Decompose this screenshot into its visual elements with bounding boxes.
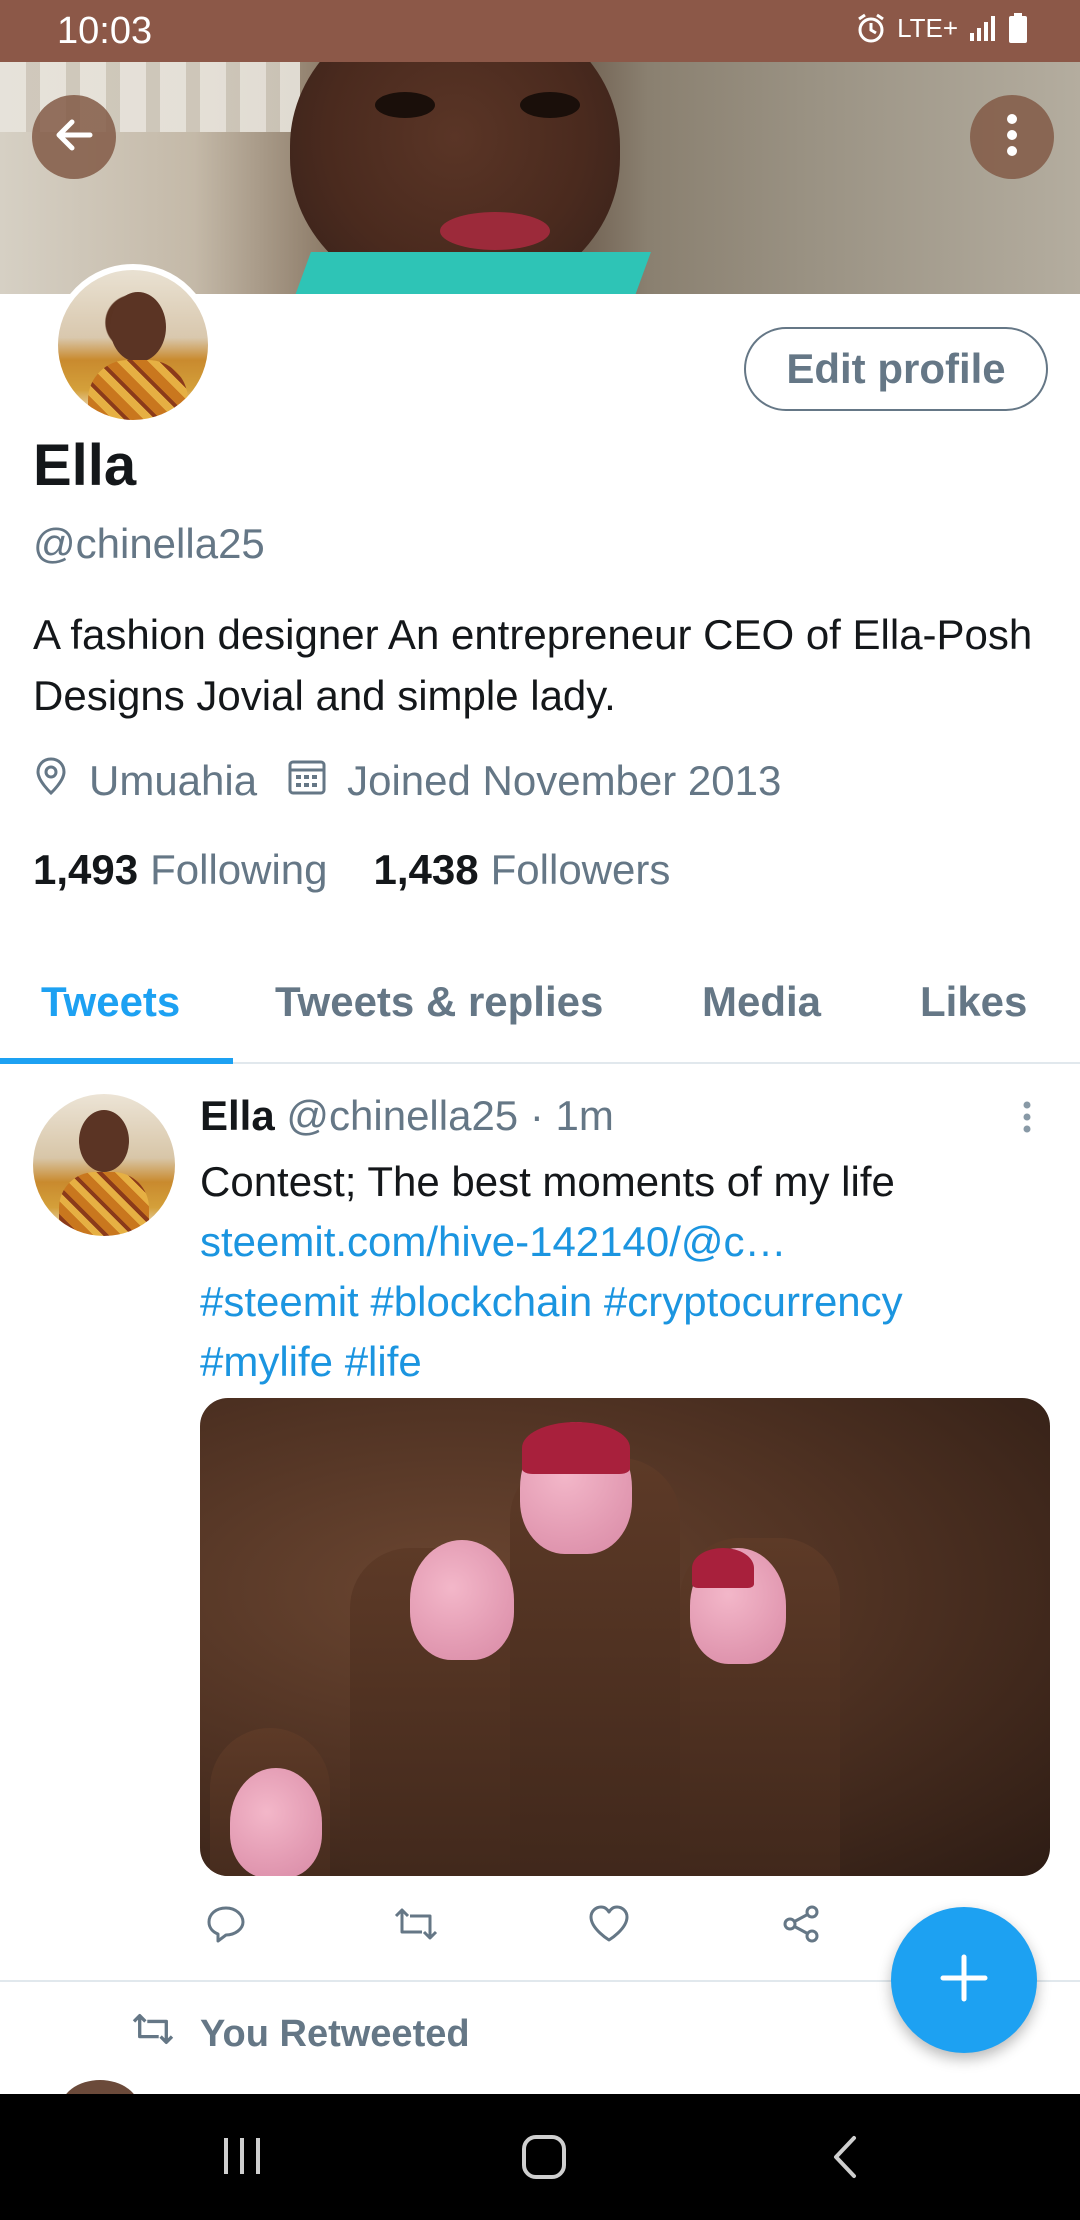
following-count: 1,493: [33, 846, 139, 893]
followers-link[interactable]: 1,438 Followers: [374, 846, 671, 894]
tweet-hashtags-line2[interactable]: #mylife #life: [200, 1332, 1060, 1392]
nail-tip: [522, 1422, 630, 1474]
signal-icon: [968, 13, 998, 43]
reply-icon[interactable]: [206, 1904, 246, 1949]
tab-tweets[interactable]: Tweets: [41, 978, 180, 1026]
retweet-icon[interactable]: [392, 1904, 440, 1949]
tweet-header: Ella @chinella25 · 1m: [200, 1092, 614, 1140]
profile-name: Ella: [33, 433, 137, 498]
recents-icon[interactable]: [222, 2134, 262, 2183]
tweet-avatar-head: [79, 1110, 129, 1172]
more-options-button[interactable]: [970, 95, 1054, 179]
tweet-actions: [200, 1904, 900, 1954]
status-bar: 10:03 LTE+: [0, 0, 1080, 62]
retweet-notice: You Retweeted: [130, 2010, 470, 2058]
more-vertical-icon: [1004, 111, 1020, 164]
back-nav-icon[interactable]: [830, 2134, 860, 2185]
profile-banner-image[interactable]: [0, 62, 1080, 294]
tweet-time: 1m: [555, 1092, 614, 1139]
tab-likes[interactable]: Likes: [920, 978, 1027, 1026]
fingernail: [230, 1768, 322, 1876]
location-pin-icon: [33, 756, 89, 806]
tab-tweets-replies[interactable]: Tweets & replies: [275, 978, 603, 1026]
next-tweet-peek: [0, 2080, 1080, 2094]
tweet-body: Contest; The best moments of my life ste…: [200, 1152, 1060, 1392]
tweet-more-icon[interactable]: [1020, 1100, 1034, 1139]
following-link[interactable]: 1,493 Following: [33, 846, 328, 894]
system-nav-bar: [0, 2094, 1080, 2220]
tweet-author-name: Ella: [200, 1092, 275, 1139]
tweet-card[interactable]: Ella @chinella25 · 1m Contest; The best …: [0, 1066, 1080, 1982]
followers-label: Followers: [490, 846, 671, 893]
tweet-media-image[interactable]: [200, 1398, 1050, 1876]
home-icon[interactable]: [521, 2134, 567, 2185]
status-time: 10:03: [57, 10, 153, 52]
following-label: Following: [150, 846, 328, 893]
calendar-icon: [287, 756, 347, 806]
tab-media[interactable]: Media: [702, 978, 821, 1026]
arrow-left-icon: [50, 111, 98, 164]
active-tab-indicator: [0, 1058, 233, 1064]
lte-icon: LTE+: [897, 12, 958, 43]
tweet-separator: ·: [529, 1092, 544, 1139]
compose-plus-icon: [937, 1951, 991, 2010]
tweet-text: Contest; The best moments of my life: [200, 1158, 895, 1205]
avatar-head: [110, 292, 166, 362]
banner-eye-right: [520, 92, 580, 118]
compose-tweet-button[interactable]: [891, 1907, 1037, 2053]
status-icons: LTE+: [855, 12, 1028, 44]
retweet-small-icon: [130, 2010, 200, 2058]
profile-bio: A fashion designer An entrepreneur CEO o…: [33, 611, 1033, 719]
tweet-avatar-dress: [59, 1172, 149, 1236]
joined-item: Joined November 2013: [287, 756, 781, 806]
profile-avatar[interactable]: [52, 264, 214, 426]
tweet-link[interactable]: steemit.com/hive-142140/@c…: [200, 1212, 1060, 1272]
edit-profile-button[interactable]: Edit profile: [744, 327, 1048, 411]
profile-handle: @chinella25: [33, 520, 265, 567]
profile-location: Umuahia: [89, 757, 258, 804]
like-icon[interactable]: [588, 1904, 630, 1949]
follow-stats: 1,493 Following 1,438 Followers: [33, 846, 670, 894]
banner-eye-left: [375, 92, 435, 118]
next-tweet-avatar: [60, 2080, 140, 2094]
tweet-hashtags-line1[interactable]: #steemit #blockchain #cryptocurrency: [200, 1272, 1060, 1332]
tweet-author-handle: @chinella25: [286, 1092, 519, 1139]
profile-joined: Joined November 2013: [347, 757, 782, 804]
tweet-avatar[interactable]: [33, 1094, 175, 1236]
banner-lips: [440, 212, 550, 250]
location-item: Umuahia: [33, 756, 257, 806]
banner-collar: [289, 252, 651, 294]
profile-tabs: Tweets Tweets & replies Media Likes: [0, 960, 1080, 1064]
fingernail: [410, 1540, 514, 1660]
profile-meta: Umuahia Joined November 2013: [33, 756, 781, 806]
nail-tip: [692, 1548, 754, 1588]
retweet-notice-label: You Retweeted: [200, 2012, 470, 2055]
share-icon[interactable]: [780, 1904, 822, 1949]
avatar-dress: [88, 360, 188, 420]
alarm-icon: [855, 12, 887, 44]
back-button[interactable]: [32, 95, 116, 179]
followers-count: 1,438: [373, 846, 479, 893]
battery-icon: [1008, 12, 1028, 44]
